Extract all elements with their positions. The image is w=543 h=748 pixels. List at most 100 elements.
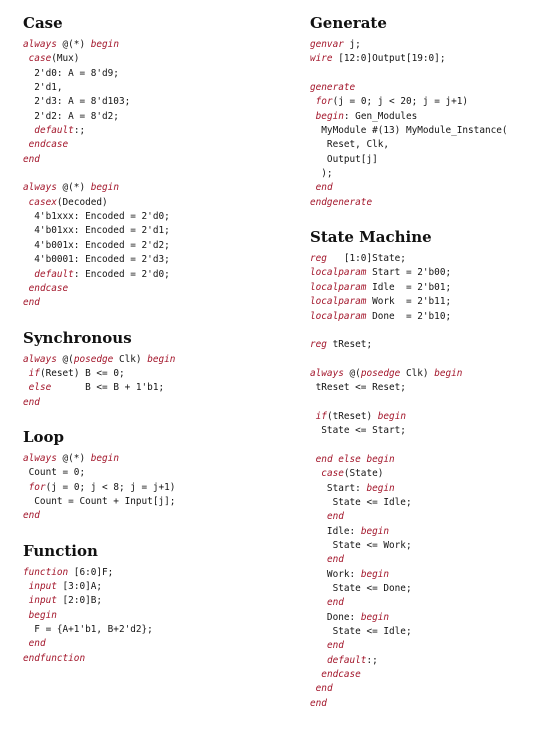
code-line: Start: begin (310, 482, 543, 496)
section-heading: Case (23, 14, 63, 32)
code-line: always @(posedge Clk) begin (23, 353, 273, 367)
code-token: : Gen_Modules (343, 110, 418, 122)
code-token: State <= Done; (310, 583, 412, 595)
section-heading: Synchronous (23, 328, 132, 347)
code-line: Reset, Clk, (310, 138, 543, 152)
code-token: Start: (310, 482, 367, 494)
code-token: [3:0]A; (56, 580, 103, 592)
code-line: case(State) (310, 467, 543, 481)
keyword-token: case (28, 53, 52, 65)
code-line: always @(*) begin (23, 181, 273, 195)
code-line: Work: begin (310, 568, 543, 582)
code-token: @(*) (56, 452, 91, 464)
code-line: always @(*) begin (23, 38, 273, 52)
code-line: input [2:0]B; (23, 594, 273, 608)
keyword-token: end (326, 597, 344, 609)
code-line: begin (23, 609, 273, 623)
code-line: endcase (310, 668, 543, 682)
keyword-token: endcase (28, 139, 69, 151)
section-state-machine: State Machine reg [1:0]State; localparam S… (310, 228, 543, 711)
keyword-token: begin (315, 110, 344, 122)
code-token: 4'b1xxx: Encoded = 2'd0; (23, 211, 170, 223)
code-line: State <= Done; (310, 582, 543, 596)
code-line: endgenerate (310, 196, 543, 210)
keyword-token: end (23, 510, 40, 522)
keyword-token: end (315, 182, 333, 194)
keyword-token: begin (434, 367, 463, 379)
code-token: Count = Count + Input[j]; (23, 495, 176, 507)
code-block: reg [1:0]State; localparam Start = 2'b00;… (310, 252, 543, 711)
keyword-token: case (321, 468, 344, 480)
keyword-token: begin (377, 410, 406, 422)
code-token: State <= Idle; (310, 496, 412, 508)
keyword-token: reg (310, 339, 327, 351)
code-token: (State) (343, 468, 384, 480)
code-line: Idle: begin (310, 525, 543, 539)
code-line: 4'b01xx: Encoded = 2'd1; (23, 224, 273, 238)
section-function: Function function [6:0]F; input [3:0]A; i… (23, 542, 273, 666)
code-line: end (23, 296, 273, 310)
code-token: :; (73, 125, 86, 137)
code-token: @( (343, 367, 361, 379)
code-token: State <= Idle; (310, 626, 412, 638)
keyword-token: end (23, 396, 40, 408)
keyword-token: for (315, 96, 333, 108)
keyword-token: begin (366, 482, 395, 494)
code-token: [6:0]F; (68, 566, 114, 578)
code-block: always @(*) begin case(Mux) 2'd0: A = 8'… (23, 38, 273, 311)
cheat-sheet-page: Case always @(*) begin case(Mux) 2'd0: A … (0, 0, 543, 748)
section-heading: Loop (23, 427, 65, 446)
code-token: [12:0]Output[19:0]; (332, 53, 446, 65)
left-column: Case always @(*) begin case(Mux) 2'd0: A … (23, 14, 273, 666)
keyword-token: default (34, 125, 74, 137)
code-line: Count = 0; (23, 466, 273, 480)
code-line: 2'd2: A = 8'd2; (23, 110, 273, 124)
code-line: State <= Start; (310, 424, 543, 438)
code-line: MyModule #(13) MyModule_Instance( (310, 124, 543, 138)
code-token: : Encoded = 2'd0; (73, 268, 170, 280)
code-token: 2'd3: A = 8'd103; (23, 96, 131, 108)
code-line: wire [12:0]Output[19:0]; (310, 52, 543, 66)
code-line: 4'b0001: Encoded = 2'd3; (23, 253, 273, 267)
code-line: input [3:0]A; (23, 580, 273, 594)
keyword-token: end (326, 511, 344, 523)
code-line: endfunction (23, 652, 273, 666)
code-token: State <= Work; (310, 540, 412, 551)
code-token: Clk) (400, 367, 435, 379)
keyword-token: posedge (73, 353, 114, 365)
code-line: default: Encoded = 2'd0; (23, 268, 273, 282)
code-line: ); (310, 167, 543, 181)
code-line: 2'd3: A = 8'd103; (23, 95, 273, 109)
keyword-token: else (28, 382, 52, 394)
code-token: Count = 0; (23, 467, 86, 479)
code-line: else B <= B + 1'b1; (23, 381, 273, 395)
keyword-token: always (23, 182, 57, 194)
code-line: endcase (23, 138, 273, 152)
keyword-token: begin (366, 453, 395, 465)
code-token: F = {A+1'b1, B+2'd2}; (23, 624, 153, 635)
code-line: localparam Done = 2'b10; (310, 310, 543, 324)
section-case: Case always @(*) begin case(Mux) 2'd0: A … (23, 14, 273, 311)
keyword-token: end (23, 153, 40, 165)
keyword-token: always (23, 353, 57, 365)
keyword-token: localparam (310, 310, 367, 322)
code-token: Start = 2'b00; (366, 267, 452, 279)
code-line: Done: begin (310, 611, 543, 625)
code-token: @(*) (56, 39, 91, 50)
code-token: (tReset) (326, 410, 378, 422)
code-token: Work = 2'b11; (366, 296, 452, 308)
code-line: localparam Work = 2'b11; (310, 295, 543, 309)
code-token: 4'b001x: Encoded = 2'd2; (23, 239, 170, 251)
code-block: always @(*) begin Count = 0; for(j = 0; … (23, 452, 273, 524)
